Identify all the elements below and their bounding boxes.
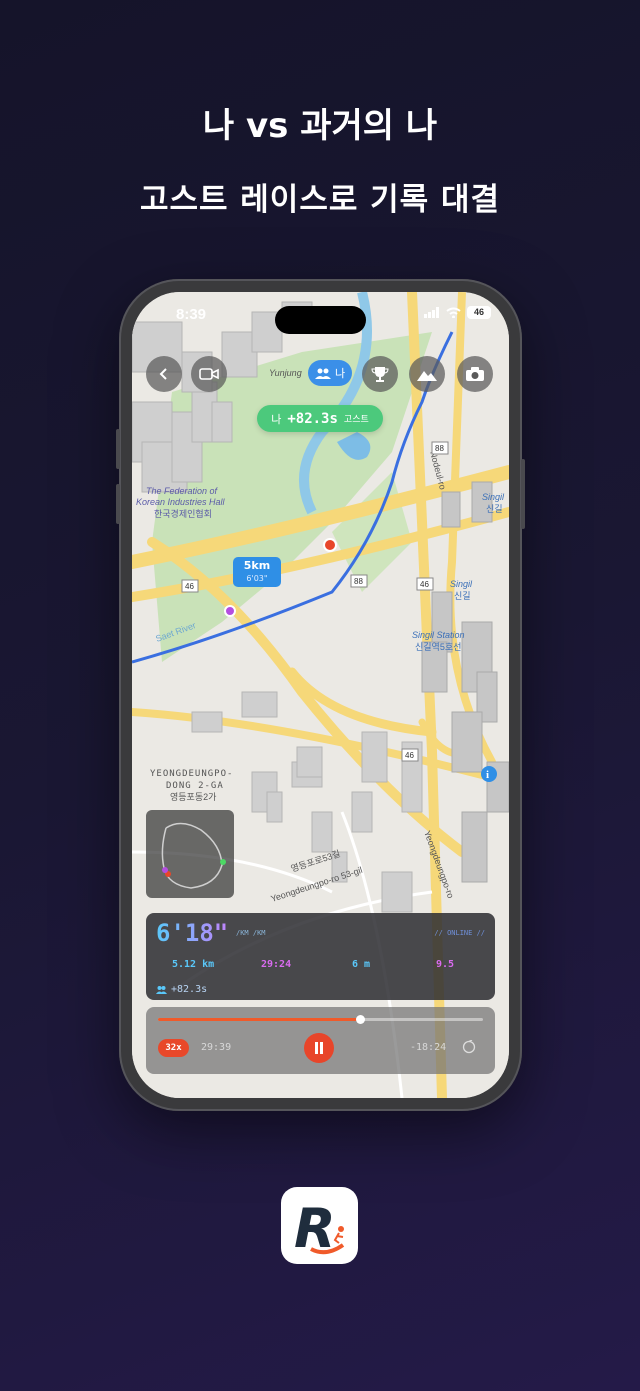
phone-frame: Yunjung The Federation of Korean Industr… (116, 279, 525, 1111)
ghost-toggle-button[interactable]: 나 (308, 360, 353, 386)
svg-text:Singil Station: Singil Station (412, 630, 465, 640)
progress-track[interactable] (158, 1015, 483, 1024)
pause-icon (315, 1042, 323, 1054)
ghost-pill-ghost: 고스트 (343, 415, 369, 425)
svg-text:Singil: Singil (450, 579, 473, 589)
svg-text:88: 88 (435, 444, 444, 453)
svg-text:i: i (486, 769, 489, 781)
ghost-pill-me: 나 (271, 412, 282, 426)
remaining-time: -18:24 (410, 1042, 447, 1053)
mountain-icon (417, 371, 437, 381)
stat-cadence: 9.5 (436, 959, 455, 970)
headline-subtitle: 고스트 레이스로 기록 대결 (139, 182, 501, 218)
ghost-race-pill: 나 +82.3s 고스트 (257, 405, 383, 432)
pause-button[interactable] (304, 1033, 334, 1063)
signal-icon (424, 307, 439, 318)
app-logo: R (281, 1187, 358, 1264)
stat-time: 29:24 (261, 959, 292, 970)
svg-text:46: 46 (420, 580, 429, 589)
trophy-button[interactable] (362, 356, 398, 392)
ghost-diff-value: +82.3s (171, 984, 208, 995)
trophy-icon (371, 367, 389, 382)
status-icons: 46 (424, 306, 491, 319)
users-icon (315, 368, 331, 379)
svg-text:신길역5호선: 신길역5호선 (415, 642, 461, 652)
ghost-pill-diff: +82.3s (287, 410, 338, 427)
wifi-icon (446, 307, 461, 318)
map-label-yunjung: Yunjung (269, 368, 302, 378)
km-marker: 5km 6'03" (233, 557, 281, 587)
video-camera-icon (199, 368, 219, 380)
users-icon (156, 985, 167, 994)
svg-text:DONG 2-GA: DONG 2-GA (166, 781, 224, 791)
svg-text:신길: 신길 (486, 504, 503, 514)
app-screen: Yunjung The Federation of Korean Industr… (132, 292, 509, 1098)
battery-indicator: 46 (467, 306, 491, 319)
km-marker-pace: 6'03" (246, 574, 268, 583)
svg-text:88: 88 (354, 577, 363, 586)
terrain-button[interactable] (409, 356, 445, 392)
svg-text:The Federation of: The Federation of (146, 486, 219, 496)
chevron-left-icon (159, 368, 167, 380)
online-status: // ONLINE // (434, 929, 485, 937)
svg-text:Singil: Singil (482, 492, 505, 502)
video-button[interactable] (191, 356, 227, 392)
svg-text:46: 46 (185, 582, 194, 591)
mini-map[interactable] (146, 810, 234, 898)
stat-ghost-diff: +82.3s (156, 984, 207, 995)
svg-text:영등포동2가: 영등포동2가 (170, 792, 216, 802)
km-marker-distance: 5km (243, 559, 271, 572)
runner-marker (323, 538, 337, 552)
status-time: 8:39 (176, 306, 207, 323)
speed-button[interactable]: 32x (158, 1039, 189, 1057)
current-pace: 6'18" (156, 919, 229, 947)
stat-distance: 5.12 km (172, 959, 215, 970)
svg-text:한국경제인협회: 한국경제인협회 (154, 508, 212, 519)
camera-icon (466, 367, 484, 381)
elapsed-time: 29:39 (201, 1042, 232, 1053)
ghost-marker (224, 605, 236, 617)
ghost-toggle-label: 나 (335, 367, 346, 380)
replay-player: 32x 29:39 -18:24 (146, 1007, 495, 1074)
app-logo-icon: R (294, 1197, 345, 1260)
progress-fill (158, 1018, 360, 1021)
pace-unit: /KM /KM (236, 929, 266, 937)
stats-panel: 6'18" /KM /KM // ONLINE // 5.12 km 29:24… (146, 913, 495, 1000)
volume-up-button (116, 429, 120, 469)
volume-down-button (116, 484, 120, 524)
power-button (521, 459, 525, 529)
progress-knob[interactable] (355, 1015, 365, 1024)
mini-route-icon (161, 822, 226, 889)
back-button[interactable] (146, 356, 182, 392)
camera-button[interactable] (457, 356, 493, 392)
stat-elevation: 6 m (352, 959, 371, 970)
svg-text:46: 46 (405, 751, 414, 760)
skip-forward-icon[interactable] (462, 1040, 476, 1054)
svg-text:신길: 신길 (454, 591, 471, 601)
svg-text:YEONGDEUNGPO-: YEONGDEUNGPO- (150, 769, 233, 779)
svg-text:Korean Industries Hall: Korean Industries Hall (136, 497, 226, 507)
headline-title: 나 vs 과거의 나 (202, 106, 438, 146)
dynamic-island (275, 306, 366, 334)
